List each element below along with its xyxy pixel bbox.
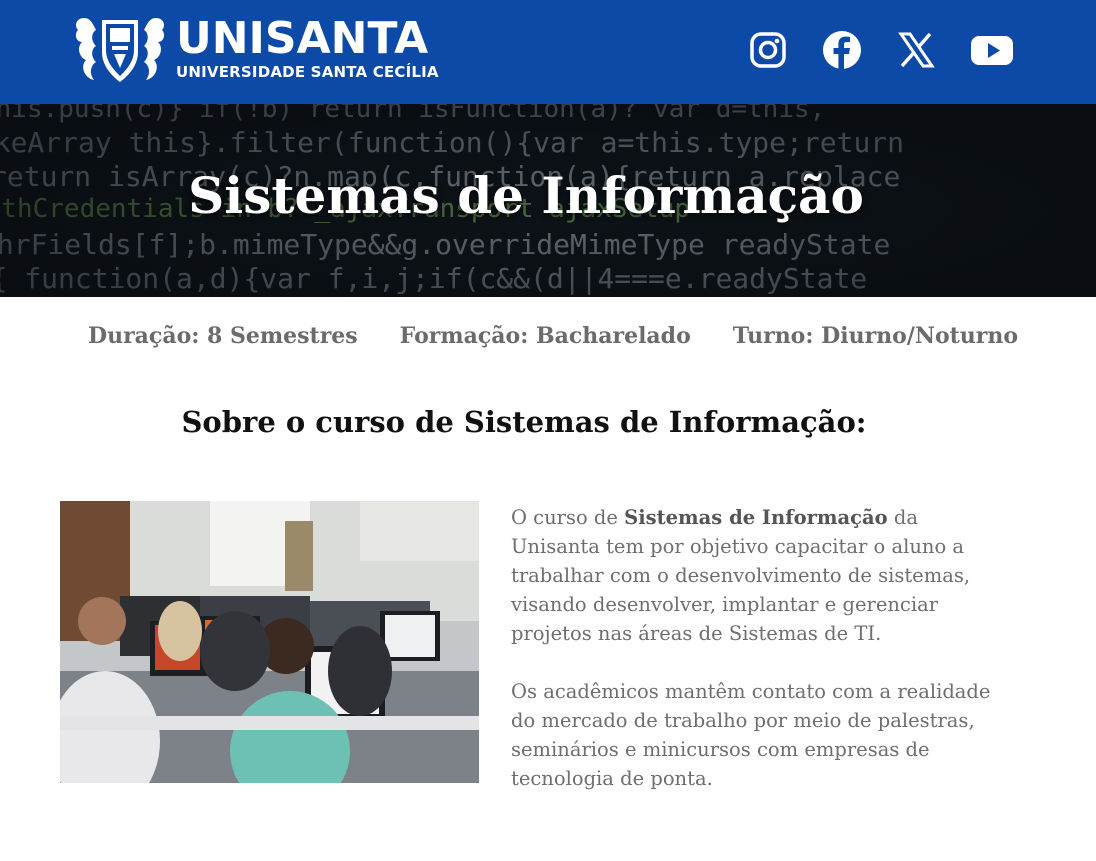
course-name-bold: Sistemas de Informação bbox=[624, 506, 888, 529]
page-title: Sistemas de Informação bbox=[188, 166, 864, 225]
about-paragraph-1: O curso de Sistemas de Informação da Uni… bbox=[511, 506, 971, 645]
course-banner: this.push(c)} if(!b) return isFunction(a… bbox=[0, 104, 1096, 297]
site-header: UNISANTA UNIVERSIDADE SANTA CECÍLIA bbox=[0, 0, 1096, 104]
about-heading: Sobre o curso de Sistemas de Informação: bbox=[181, 405, 867, 439]
course-degree: Formação: Bacharelado bbox=[399, 323, 691, 349]
course-info: Duração: 8 Semestres Formação: Bacharela… bbox=[0, 323, 1096, 349]
facebook-icon[interactable] bbox=[822, 30, 862, 70]
social-links bbox=[748, 30, 1013, 70]
unisanta-logo[interactable]: UNISANTA UNIVERSIDADE SANTA CECÍLIA bbox=[70, 12, 439, 86]
instagram-icon[interactable] bbox=[748, 30, 788, 70]
youtube-icon[interactable] bbox=[970, 30, 1013, 70]
x-twitter-icon[interactable] bbox=[896, 30, 936, 70]
logo-title: UNISANTA bbox=[176, 13, 429, 64]
course-shift: Turno: Diurno/Noturno bbox=[732, 323, 1019, 349]
logo-subtitle: UNIVERSIDADE SANTA CECÍLIA bbox=[176, 63, 439, 81]
classroom-photo bbox=[60, 501, 479, 783]
about-text: O curso de Sistemas de Informação da Uni… bbox=[511, 503, 1011, 822]
seahorse-crest-icon bbox=[75, 18, 165, 82]
course-duration: Duração: 8 Semestres bbox=[88, 323, 358, 349]
about-paragraph-2: Os acadêmicos mantêm contato com a reali… bbox=[511, 680, 991, 790]
